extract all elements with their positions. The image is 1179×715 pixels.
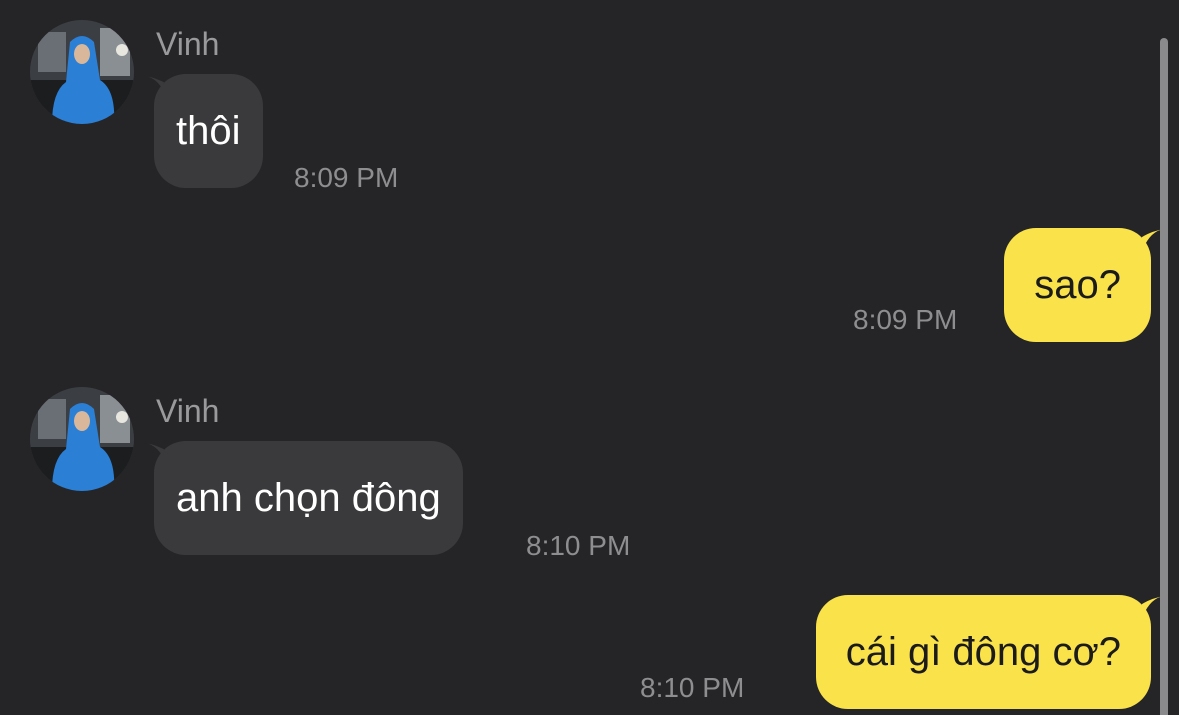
message-bubble-incoming[interactable]: anh chọn đông: [154, 441, 463, 555]
message-timestamp: 8:10 PM: [526, 530, 631, 561]
message-bubble-outgoing[interactable]: cái gì đông cơ?: [815, 595, 1151, 709]
message-timestamp: 8:10 PM: [640, 672, 745, 703]
scrollbar[interactable]: [1160, 38, 1168, 715]
message-bubble-outgoing[interactable]: sao?: [1004, 228, 1151, 342]
message-text: cái gì đông cơ?: [845, 630, 1121, 674]
chat-window: Vinh thôi 8:09 PM sao? 8:09 PM Vinh anh …: [0, 0, 1179, 715]
message-text: anh chọn đông: [176, 476, 441, 520]
avatar-photo-icon: [30, 387, 134, 491]
sender-name: Vinh: [156, 26, 220, 62]
message-text: thôi: [176, 109, 241, 153]
sender-avatar[interactable]: [30, 387, 134, 491]
avatar-photo-icon: [30, 20, 134, 124]
sender-name: Vinh: [156, 393, 220, 429]
message-timestamp: 8:09 PM: [853, 304, 958, 335]
message-bubble-incoming[interactable]: thôi: [154, 74, 263, 188]
sender-avatar[interactable]: [30, 20, 134, 124]
message-text: sao?: [1034, 263, 1121, 307]
message-timestamp: 8:09 PM: [294, 162, 399, 193]
